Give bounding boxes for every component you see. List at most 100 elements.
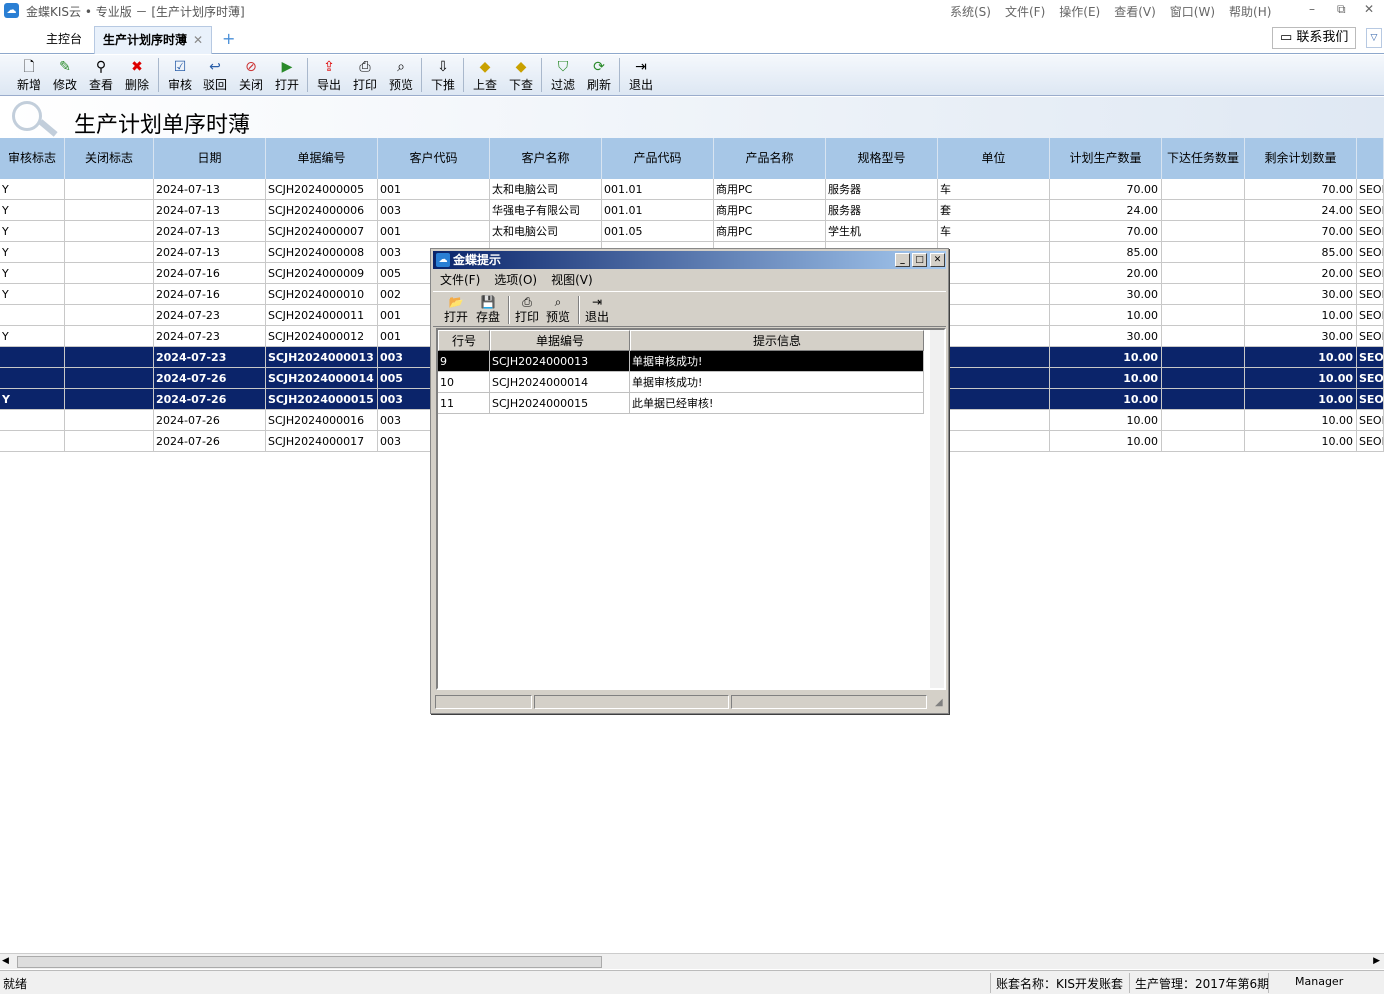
close-doc-button[interactable]: ⊘ 关闭 bbox=[234, 55, 268, 95]
col-spec[interactable]: 规格型号 bbox=[826, 138, 938, 179]
col-close-flag[interactable]: 关闭标志 bbox=[65, 138, 154, 179]
menu-system[interactable]: 系统(S) bbox=[950, 3, 991, 20]
table-cell bbox=[1162, 263, 1245, 284]
dialog-maximize-icon[interactable]: □ bbox=[912, 253, 927, 267]
tab-home[interactable]: 主控台 bbox=[38, 26, 90, 54]
table-cell: SEORD bbox=[1357, 284, 1384, 305]
filter-button[interactable]: ⛉ 过滤 bbox=[546, 55, 580, 95]
col-product-name[interactable]: 产品名称 bbox=[714, 138, 826, 179]
table-cell: Y bbox=[0, 242, 65, 263]
dialog-minimize-icon[interactable]: _ bbox=[895, 253, 910, 267]
dialog-row[interactable]: 11 SCJH2024000015 此单据已经审核! bbox=[438, 393, 924, 414]
grid-header: 审核标志 关闭标志 日期 单据编号 客户代码 客户名称 产品代码 产品名称 规格… bbox=[0, 138, 1384, 179]
table-cell: 2024-07-23 bbox=[154, 305, 266, 326]
dialog-exit-button[interactable]: ⇥ 退出 bbox=[582, 294, 612, 324]
col-customer-name[interactable]: 客户名称 bbox=[490, 138, 602, 179]
close-icon[interactable]: ✕ bbox=[1364, 2, 1374, 16]
down-query-button[interactable]: ◆ 下查 bbox=[504, 55, 538, 95]
add-tab-icon[interactable]: + bbox=[222, 29, 235, 48]
col-customer-code[interactable]: 客户代码 bbox=[378, 138, 490, 179]
menu-window[interactable]: 窗口(W) bbox=[1170, 3, 1215, 20]
dialog-title-bar[interactable]: ☁ 金蝶提示 _ □ ✕ bbox=[433, 251, 946, 269]
restore-icon[interactable]: ⧉ bbox=[1337, 2, 1346, 17]
table-cell: 10.00 bbox=[1245, 305, 1357, 326]
audit-icon: ☑ bbox=[173, 59, 187, 75]
up-query-button[interactable]: ◆ 上查 bbox=[468, 55, 502, 95]
cloud-icon: ☁ bbox=[4, 3, 19, 18]
table-row[interactable]: Y 2024-07-13 SCJH2024000007 001 太和电脑公司 001.05… bbox=[0, 221, 1384, 242]
dialog-menu-options[interactable]: 选项(O) bbox=[494, 270, 537, 290]
table-cell: 2024-07-13 bbox=[154, 200, 266, 221]
open-doc-button[interactable]: ▶ 打开 bbox=[270, 55, 304, 95]
col-product-code[interactable]: 产品代码 bbox=[602, 138, 714, 179]
page-header: 生产计划单序时薄 bbox=[0, 97, 1384, 138]
dialog-menu-file[interactable]: 文件(F) bbox=[440, 270, 480, 290]
dialog-save-button[interactable]: 💾 存盘 bbox=[473, 294, 503, 324]
col-planned-qty[interactable]: 计划生产数量 bbox=[1050, 138, 1162, 179]
delete-icon: ✖ bbox=[131, 59, 143, 75]
col-unit[interactable]: 单位 bbox=[938, 138, 1050, 179]
dialog-open-button[interactable]: 📂 打开 bbox=[441, 294, 471, 324]
table-cell: Y bbox=[0, 263, 65, 284]
dialog-col-doc-number[interactable]: 单据编号 bbox=[490, 330, 630, 351]
col-source[interactable] bbox=[1357, 138, 1384, 179]
table-cell bbox=[938, 368, 1050, 389]
table-cell bbox=[65, 347, 154, 368]
dialog-print-button[interactable]: ⎙ 打印 bbox=[512, 294, 542, 324]
scroll-thumb[interactable] bbox=[17, 956, 602, 968]
refresh-button[interactable]: ⟳ 刷新 bbox=[582, 55, 616, 95]
horizontal-scrollbar[interactable]: ◀ ▶ bbox=[0, 953, 1384, 969]
table-cell: 001.01 bbox=[602, 179, 714, 200]
table-cell: 2024-07-26 bbox=[154, 389, 266, 410]
exit-button[interactable]: ⇥ 退出 bbox=[624, 55, 658, 95]
dialog-col-message[interactable]: 提示信息 bbox=[630, 330, 924, 351]
contact-us-button[interactable]: ▭ 联系我们 bbox=[1272, 27, 1357, 49]
menu-help[interactable]: 帮助(H) bbox=[1229, 3, 1271, 20]
dialog-close-icon[interactable]: ✕ bbox=[930, 253, 945, 267]
scroll-left-icon[interactable]: ◀ bbox=[2, 956, 9, 966]
dialog-cell: 此单据已经审核! bbox=[630, 393, 924, 414]
audit-button[interactable]: ☑ 审核 bbox=[163, 55, 197, 95]
folder-open-icon: 📂 bbox=[448, 295, 464, 309]
tab-close-icon[interactable]: ✕ bbox=[193, 33, 203, 47]
dialog-col-line-no[interactable]: 行号 bbox=[438, 330, 490, 351]
print-button[interactable]: ⎙ 打印 bbox=[348, 55, 382, 95]
minimize-icon[interactable]: – bbox=[1309, 2, 1315, 16]
dialog-row[interactable]: 10 SCJH2024000014 单据审核成功! bbox=[438, 372, 924, 393]
view-button[interactable]: ⚲ 查看 bbox=[84, 55, 118, 95]
tab-production-plan[interactable]: 生产计划序时薄 ✕ bbox=[94, 26, 213, 54]
col-audit-flag[interactable]: 审核标志 bbox=[0, 138, 65, 179]
resize-grip-icon[interactable]: ◢ bbox=[935, 697, 943, 708]
export-button[interactable]: ⇪ 导出 bbox=[312, 55, 346, 95]
col-date[interactable]: 日期 bbox=[154, 138, 266, 179]
table-cell: 车 bbox=[938, 221, 1050, 242]
reject-button[interactable]: ↩ 驳回 bbox=[198, 55, 232, 95]
filter-icon: ⛉ bbox=[557, 59, 569, 75]
toolbar-divider bbox=[619, 58, 620, 92]
table-cell: 太和电脑公司 bbox=[490, 179, 602, 200]
edit-button[interactable]: ✎ 修改 bbox=[48, 55, 82, 95]
table-row[interactable]: Y 2024-07-13 SCJH2024000005 001 太和电脑公司 001.01… bbox=[0, 179, 1384, 200]
col-doc-number[interactable]: 单据编号 bbox=[266, 138, 378, 179]
new-button[interactable]: 🗋 新增 bbox=[12, 55, 46, 95]
col-remaining-qty[interactable]: 剩余计划数量 bbox=[1245, 138, 1357, 179]
dialog-preview-button[interactable]: ⌕ 预览 bbox=[543, 294, 573, 324]
menu-operate[interactable]: 操作(E) bbox=[1059, 3, 1100, 20]
collapse-icon[interactable]: ▽ bbox=[1366, 28, 1382, 48]
dialog-cell: 11 bbox=[438, 393, 490, 414]
table-cell: 70.00 bbox=[1245, 221, 1357, 242]
push-down-button[interactable]: ⇩ 下推 bbox=[426, 55, 460, 95]
scroll-right-icon[interactable]: ▶ bbox=[1373, 956, 1380, 966]
dialog-row[interactable]: 9 SCJH2024000013 单据审核成功! bbox=[438, 351, 924, 372]
dialog-vertical-scrollbar[interactable] bbox=[930, 330, 944, 688]
menu-file[interactable]: 文件(F) bbox=[1005, 3, 1045, 20]
table-row[interactable]: Y 2024-07-13 SCJH2024000006 003 华强电子有限公司 001.… bbox=[0, 200, 1384, 221]
delete-button[interactable]: ✖ 删除 bbox=[120, 55, 154, 95]
table-cell: SCJH2024000009 bbox=[266, 263, 378, 284]
dialog-menu-view[interactable]: 视图(V) bbox=[551, 270, 593, 290]
menu-view[interactable]: 查看(V) bbox=[1114, 3, 1156, 20]
table-cell bbox=[1162, 284, 1245, 305]
table-cell: 30.00 bbox=[1050, 326, 1162, 347]
col-issued-qty[interactable]: 下达任务数量 bbox=[1162, 138, 1245, 179]
preview-button[interactable]: ⌕ 预览 bbox=[384, 55, 418, 95]
